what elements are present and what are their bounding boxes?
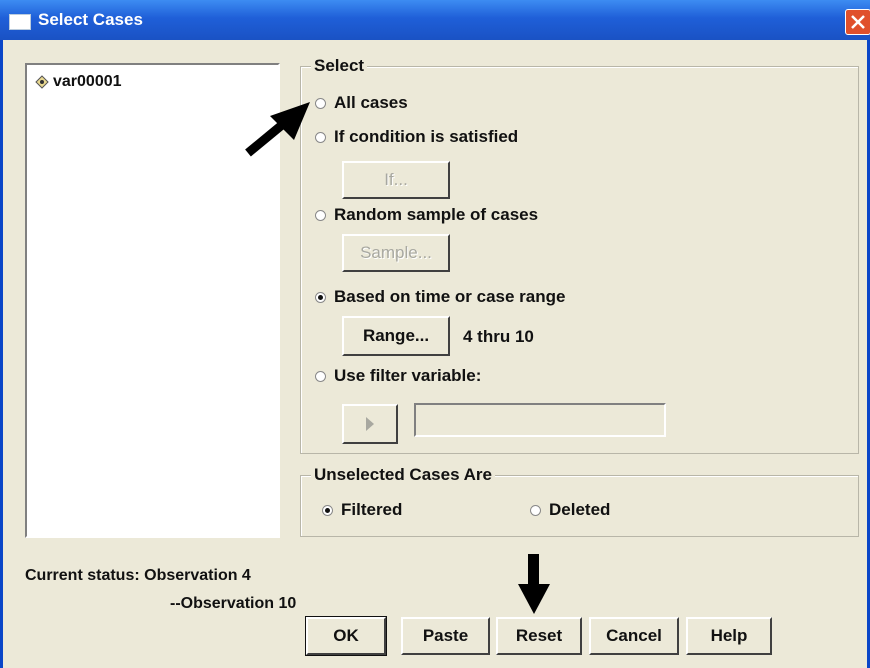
cancel-button[interactable]: Cancel [589,617,679,655]
sample-button[interactable]: Sample... [342,234,450,272]
window-title: Select Cases [38,10,143,29]
filter-variable-field[interactable] [414,403,666,437]
range-button-label: Range... [362,326,430,345]
help-button[interactable]: Help [686,617,772,655]
radio-filtered[interactable]: Filtered [322,500,402,520]
sample-button-label: Sample... [360,243,432,262]
radio-label: If condition is satisfied [334,127,519,146]
ok-button-label: OK [333,626,359,645]
annotation-arrow-icon [245,102,310,157]
variable-name: var00001 [53,73,122,90]
reset-button[interactable]: Reset [496,617,582,655]
radio-circle[interactable] [315,291,326,303]
range-value: 4 thru 10 [463,327,534,346]
current-status-line1: Current status: Observation 4 [25,567,251,584]
radio-circle[interactable] [315,370,326,382]
radio-label: Filtered [341,500,403,519]
cancel-button-label: Cancel [606,626,662,645]
if-button-label: If... [384,170,408,189]
reset-button-label: Reset [515,626,563,645]
unselected-group-label: Unselected Cases Are [311,465,495,485]
radio-label: Random sample of cases [334,205,539,224]
close-icon [851,15,865,29]
if-button[interactable]: If... [342,161,450,199]
radio-circle[interactable] [322,504,333,516]
move-variable-button[interactable] [342,404,398,444]
radio-label: All cases [334,93,408,112]
radio-deleted[interactable]: Deleted [530,500,610,520]
radio-all-cases[interactable]: All cases [315,93,408,113]
radio-label: Use filter variable: [334,366,482,385]
radio-random-sample[interactable]: Random sample of cases [315,205,538,225]
numeric-variable-icon [35,75,49,89]
radio-label: Deleted [549,500,611,519]
radio-circle[interactable] [315,209,326,221]
radio-filter-variable[interactable]: Use filter variable: [315,366,481,386]
right-arrow-icon [366,417,374,431]
radio-label: Based on time or case range [334,287,566,306]
range-button[interactable]: Range... [342,316,450,356]
paste-button-label: Paste [422,626,469,645]
window-icon [9,14,31,30]
radio-time-case-range[interactable]: Based on time or case range [315,287,565,307]
current-status-line2: --Observation 10 [170,595,297,612]
annotation-arrow-icon [518,554,550,614]
radio-if-condition[interactable]: If condition is satisfied [315,127,518,147]
radio-circle[interactable] [530,504,541,516]
variable-item[interactable]: var00001 [35,73,122,91]
select-group-label: Select [311,56,368,76]
ok-button[interactable]: OK [305,616,387,656]
paste-button[interactable]: Paste [401,617,490,655]
title-bar: Select Cases [0,0,870,40]
radio-circle[interactable] [315,131,326,143]
radio-circle[interactable] [315,97,326,109]
help-button-label: Help [710,626,748,645]
close-button[interactable] [845,9,870,35]
